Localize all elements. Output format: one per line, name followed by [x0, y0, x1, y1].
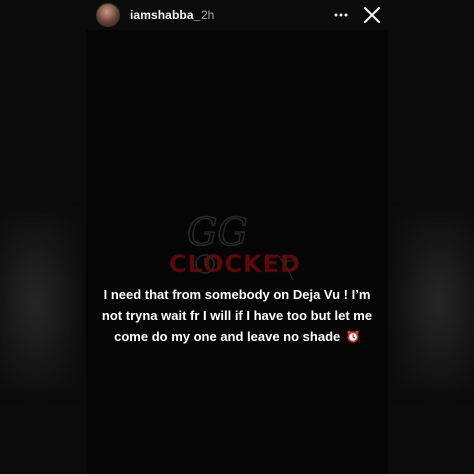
story-caption: I need that from somebody on Deja Vu ! I…: [96, 284, 378, 347]
story-viewer: iamshabba_ 2h GG CLOCKED I need that fro…: [0, 0, 474, 474]
close-icon[interactable]: [362, 5, 382, 25]
watermark-line2: CLOCKED: [169, 250, 301, 278]
username[interactable]: iamshabba_: [130, 8, 200, 22]
previous-story-preview[interactable]: [0, 215, 80, 390]
watermark-line1: GG: [187, 210, 248, 254]
post-time: 2h: [201, 8, 215, 22]
story-header: iamshabba_ 2h: [0, 0, 474, 32]
gg-clocked-watermark-logo: GG CLOCKED: [165, 200, 315, 295]
alarm-clock-icon: [346, 328, 360, 343]
next-story-preview[interactable]: [394, 215, 474, 390]
story-caption-text: I need that from somebody on Deja Vu ! I…: [101, 287, 373, 344]
more-horizontal-icon[interactable]: [333, 8, 349, 22]
avatar[interactable]: [96, 3, 120, 27]
